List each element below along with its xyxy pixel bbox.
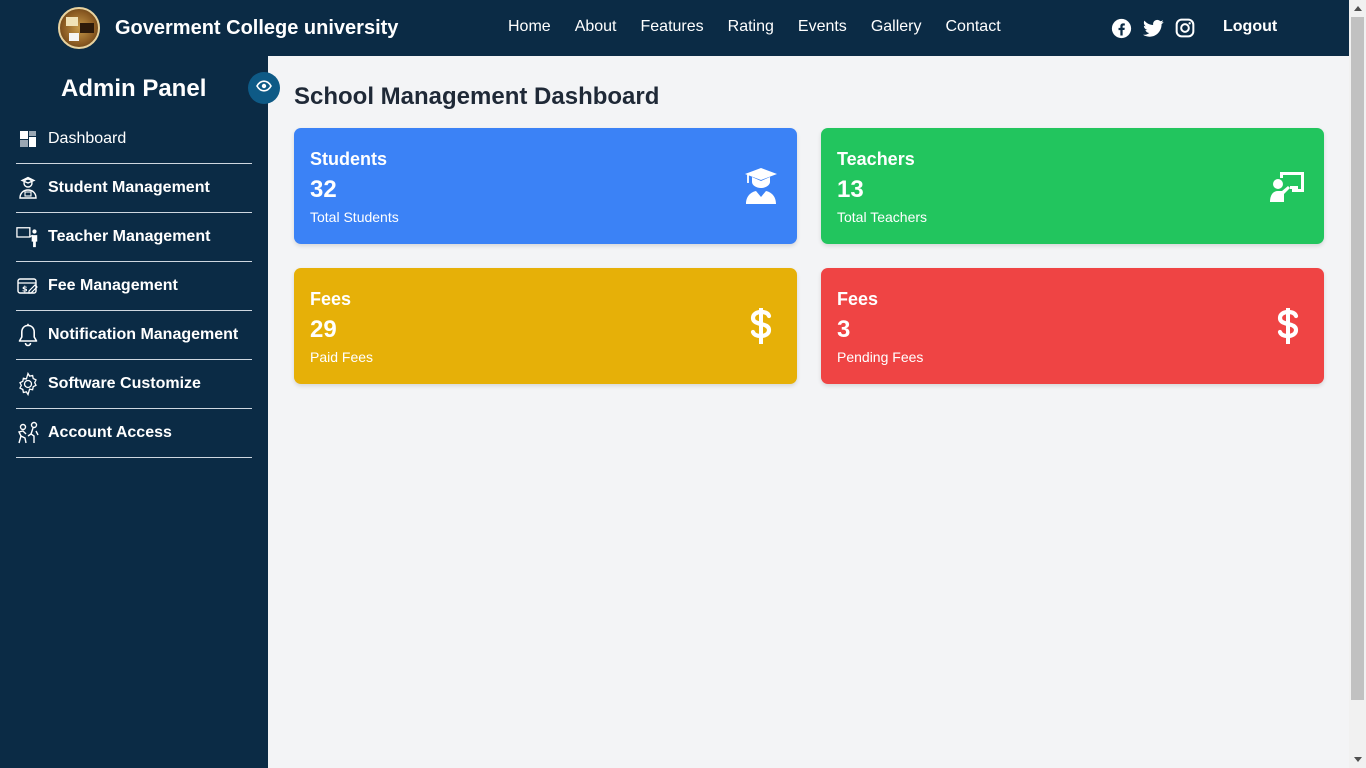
pending-fees-card[interactable]: Fees 3 Pending Fees: [821, 268, 1324, 384]
teachers-card[interactable]: Teachers 13 Total Teachers: [821, 128, 1324, 244]
page-scrollbar[interactable]: [1349, 0, 1366, 768]
card-subtitle: Total Teachers: [837, 209, 928, 225]
dashboard-icon: [16, 127, 40, 151]
sidebar-item-account-access[interactable]: Account Access: [16, 409, 252, 458]
sidebar-item-label: Teacher Management: [48, 228, 211, 245]
account-access-icon: [16, 421, 40, 445]
sidebar-item-software-customize[interactable]: Software Customize: [16, 360, 252, 409]
graduate-icon: [743, 166, 779, 206]
nav-events[interactable]: Events: [798, 18, 847, 36]
card-title: Fees: [837, 289, 879, 309]
sidebar-item-notification-management[interactable]: Notification Management: [16, 311, 252, 360]
nav-rating[interactable]: Rating: [728, 18, 774, 36]
nav-contact[interactable]: Contact: [946, 18, 1001, 36]
nav-home[interactable]: Home: [508, 18, 551, 36]
card-subtitle: Pending Fees: [837, 349, 924, 365]
card-subtitle: Total Students: [310, 209, 399, 225]
students-card[interactable]: Students 32 Total Students: [294, 128, 797, 244]
card-title: Fees: [310, 289, 352, 309]
eye-icon: [256, 79, 272, 97]
sidebar-item-label: Notification Management: [48, 326, 239, 343]
sidebar-item-label: Fee Management: [48, 277, 178, 294]
card-subtitle: Paid Fees: [310, 349, 374, 365]
nav-gallery[interactable]: Gallery: [871, 18, 922, 36]
panel-title: Admin Panel: [61, 75, 207, 102]
sidebar-item-student-management[interactable]: Student Management: [16, 164, 252, 213]
top-navbar: Goverment College university Home About …: [0, 0, 1349, 56]
sidebar-item-label: Dashboard: [48, 130, 127, 147]
dollar-icon: [743, 306, 779, 346]
card-value: 29: [310, 316, 337, 343]
card-value: 32: [310, 176, 337, 203]
sidebar: Admin Panel Dashboard Student Management…: [0, 56, 268, 768]
sidebar-item-dashboard[interactable]: Dashboard: [16, 115, 252, 164]
scroll-up-icon[interactable]: [1349, 0, 1366, 17]
card-title: Students: [310, 149, 388, 169]
page-title: School Management Dashboard: [294, 83, 660, 110]
sidebar-item-label: Account Access: [48, 424, 172, 441]
gear-icon: [16, 372, 40, 396]
instagram-icon[interactable]: [1174, 17, 1196, 39]
bell-icon: [16, 323, 40, 347]
card-value: 13: [837, 176, 864, 203]
main-nav: Home About Features Rating Events Galler…: [508, 18, 1001, 36]
sidebar-menu: Dashboard Student Management Teacher Man…: [16, 115, 252, 458]
nav-about[interactable]: About: [575, 18, 617, 36]
svg-text:$: $: [22, 285, 28, 294]
fee-icon: $: [16, 274, 40, 298]
teacher-board-icon: [1270, 166, 1306, 206]
twitter-icon[interactable]: [1142, 17, 1164, 39]
logout-button[interactable]: Logout: [1223, 18, 1277, 36]
card-value: 3: [837, 316, 851, 343]
dollar-icon: [1270, 306, 1306, 346]
paid-fees-card[interactable]: Fees 29 Paid Fees: [294, 268, 797, 384]
sidebar-item-label: Student Management: [48, 179, 210, 196]
brand-title[interactable]: Goverment College university: [115, 17, 398, 40]
sidebar-item-teacher-management[interactable]: Teacher Management: [16, 213, 252, 262]
college-logo[interactable]: [58, 7, 100, 49]
scroll-down-icon[interactable]: [1349, 751, 1366, 768]
student-icon: [16, 176, 40, 200]
social-links: [1110, 17, 1196, 39]
facebook-icon[interactable]: [1110, 17, 1132, 39]
sidebar-toggle-button[interactable]: [248, 72, 280, 104]
scrollbar-thumb[interactable]: [1351, 17, 1364, 700]
main-content: School Management Dashboard Students 32 …: [268, 56, 1349, 768]
teacher-icon: [16, 225, 40, 249]
sidebar-item-label: Software Customize: [48, 375, 201, 392]
sidebar-item-fee-management[interactable]: $ Fee Management: [16, 262, 252, 311]
nav-features[interactable]: Features: [641, 18, 704, 36]
card-title: Teachers: [837, 149, 915, 169]
